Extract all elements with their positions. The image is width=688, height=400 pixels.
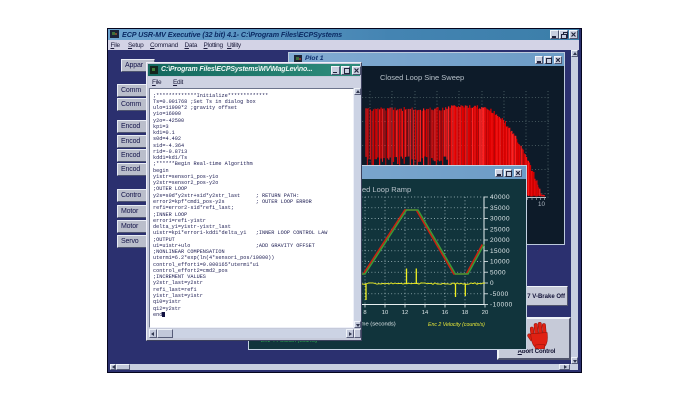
svg-text:25000: 25000 xyxy=(490,227,510,234)
svg-text:5000: 5000 xyxy=(490,270,506,277)
svg-text:0: 0 xyxy=(490,280,494,287)
svg-text:35000: 35000 xyxy=(490,205,510,212)
svg-text:10: 10 xyxy=(382,310,388,316)
svg-text:20: 20 xyxy=(482,310,488,316)
svg-text:10: 10 xyxy=(538,201,545,208)
svg-text:30000: 30000 xyxy=(490,216,510,223)
svg-text:16: 16 xyxy=(442,310,448,316)
svg-text:-10000: -10000 xyxy=(490,302,513,309)
svg-text:10000: 10000 xyxy=(490,259,510,266)
svg-text:18: 18 xyxy=(462,310,468,316)
svg-text:12: 12 xyxy=(402,310,408,316)
svg-text:8: 8 xyxy=(363,310,366,316)
svg-text:14: 14 xyxy=(422,310,429,316)
svg-text:-5000: -5000 xyxy=(490,291,509,298)
svg-text:40000: 40000 xyxy=(490,194,510,201)
svg-text:15000: 15000 xyxy=(490,248,510,255)
svg-text:20000: 20000 xyxy=(490,237,510,244)
